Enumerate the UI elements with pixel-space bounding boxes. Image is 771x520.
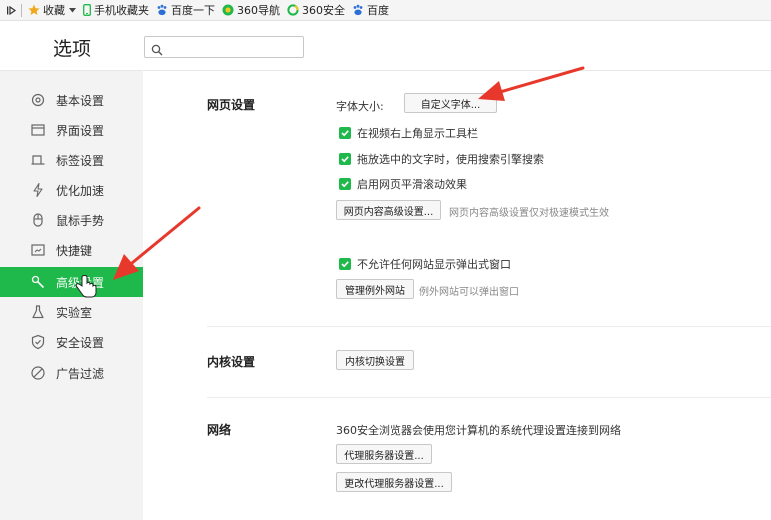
search-box[interactable]	[144, 36, 304, 58]
checkbox-label: 启用网页平滑滚动效果	[357, 178, 467, 191]
section-title-network: 网络	[207, 423, 232, 437]
block-icon	[30, 365, 46, 381]
settings-content: 网页设置 字体大小: 自定义字体... 在视频右上角显示工具栏 拖放选中的文字时…	[143, 71, 771, 520]
network-description: 360安全浏览器会使用您计算机的系统代理设置连接到网络	[336, 424, 621, 437]
bookmark-360-nav[interactable]: 360导航	[222, 2, 280, 18]
phone-icon	[83, 4, 91, 16]
flask-icon	[30, 304, 46, 320]
sidebar-item-advanced-settings[interactable]: 高级设置	[0, 267, 143, 297]
section-divider	[207, 397, 771, 398]
keyboard-icon	[30, 242, 46, 258]
checkbox-checked-icon[interactable]	[339, 127, 351, 139]
sidebar-item-mouse-gestures[interactable]: 鼠标手势	[0, 205, 143, 235]
bookmark-label: 360导航	[237, 4, 280, 17]
search-icon	[151, 41, 163, 60]
checkbox-video-toolbar[interactable]: 在视频右上角显示工具栏	[339, 125, 478, 141]
checkbox-label: 不允许任何网站显示弹出式窗口	[357, 258, 511, 271]
gear-icon	[30, 92, 46, 108]
sidebar-item-label: 鼠标手势	[56, 214, 105, 228]
advanced-content-hint: 网页内容高级设置仅对极速模式生效	[449, 208, 609, 219]
bookmark-baidu[interactable]: 百度	[352, 2, 389, 18]
tab-icon	[30, 152, 46, 168]
checkbox-label: 拖放选中的文字时，使用搜索引擎搜索	[357, 153, 544, 166]
sidebar-item-security-settings[interactable]: 安全设置	[0, 327, 143, 357]
sidebar-item-label: 安全设置	[56, 336, 105, 350]
sidebar-item-label: 高级设置	[56, 276, 105, 290]
kernel-switch-button[interactable]: 内核切换设置	[336, 350, 414, 370]
sidebar-item-ui-settings[interactable]: 界面设置	[0, 115, 143, 145]
font-size-label: 字体大小:	[336, 100, 384, 113]
lightning-icon	[30, 182, 46, 198]
sidebar: 基本设置 界面设置 标签设置 优化加速 鼠标手势 快捷键 高级设置 实验室 安全…	[0, 71, 143, 520]
baidu-paw-icon	[156, 4, 168, 16]
checkbox-smooth-scroll[interactable]: 启用网页平滑滚动效果	[339, 176, 467, 192]
sidebar-item-label: 基本设置	[56, 94, 105, 108]
section-title-webpage: 网页设置	[207, 98, 256, 112]
sidebar-item-basic-settings[interactable]: 基本设置	[0, 85, 143, 115]
bookmark-label: 百度	[367, 4, 389, 17]
bookmark-mobile-favorites[interactable]: 手机收藏夹	[83, 2, 149, 18]
bookmarks-bar: 收藏 手机收藏夹 百度一下 360导航 360安全 百度	[0, 0, 771, 21]
sidebar-item-label: 实验室	[56, 306, 93, 320]
checkbox-checked-icon[interactable]	[339, 153, 351, 165]
sidebar-toggle-icon[interactable]	[6, 5, 17, 16]
bookmarks-separator	[21, 3, 22, 17]
change-proxy-settings-button[interactable]: 更改代理服务器设置...	[336, 472, 452, 492]
sidebar-item-label: 标签设置	[56, 154, 105, 168]
baidu-paw-icon	[352, 4, 364, 16]
bookmark-360-safe[interactable]: 360安全	[287, 2, 345, 18]
bookmark-label: 收藏	[43, 4, 65, 17]
search-input[interactable]	[167, 39, 299, 55]
advanced-content-settings-button[interactable]: 网页内容高级设置...	[336, 200, 441, 220]
sidebar-item-label: 广告过滤	[56, 367, 105, 381]
sidebar-item-shortcuts[interactable]: 快捷键	[0, 235, 143, 265]
checkbox-block-popups[interactable]: 不允许任何网站显示弹出式窗口	[339, 256, 511, 272]
360-safe-icon	[287, 4, 299, 16]
mouse-icon	[30, 212, 46, 228]
bookmark-label: 360安全	[302, 4, 345, 17]
bookmark-label: 手机收藏夹	[94, 4, 149, 17]
section-divider	[207, 326, 771, 327]
checkbox-checked-icon[interactable]	[339, 258, 351, 270]
bookmark-favorites[interactable]: 收藏	[28, 2, 76, 18]
star-icon	[28, 4, 40, 16]
wrench-icon	[30, 274, 46, 290]
sidebar-item-label: 快捷键	[56, 244, 93, 258]
bookmark-label: 百度一下	[171, 4, 215, 17]
checkbox-label: 在视频右上角显示工具栏	[357, 127, 478, 140]
window-icon	[30, 122, 46, 138]
custom-font-button[interactable]: 自定义字体...	[404, 93, 497, 113]
sidebar-item-tab-settings[interactable]: 标签设置	[0, 145, 143, 175]
options-window: 收藏 手机收藏夹 百度一下 360导航 360安全 百度 选项 基本设置 界面设…	[0, 0, 771, 520]
section-title-kernel: 内核设置	[207, 355, 256, 369]
sidebar-item-ad-filter[interactable]: 广告过滤	[0, 358, 143, 388]
page-title: 选项	[53, 38, 92, 60]
checkbox-checked-icon[interactable]	[339, 178, 351, 190]
exceptions-hint: 例外网站可以弹出窗口	[419, 287, 519, 298]
proxy-settings-button[interactable]: 代理服务器设置...	[336, 444, 432, 464]
options-header: 选项	[0, 21, 771, 71]
chevron-down-icon	[69, 7, 76, 13]
sidebar-item-label: 界面设置	[56, 124, 105, 138]
bookmark-baidu-search[interactable]: 百度一下	[156, 2, 215, 18]
manage-exceptions-button[interactable]: 管理例外网站	[336, 279, 414, 299]
sidebar-item-lab[interactable]: 实验室	[0, 297, 143, 327]
sidebar-item-label: 优化加速	[56, 184, 105, 198]
sidebar-item-speed-up[interactable]: 优化加速	[0, 175, 143, 205]
360-nav-icon	[222, 4, 234, 16]
checkbox-drag-search[interactable]: 拖放选中的文字时，使用搜索引擎搜索	[339, 151, 544, 167]
shield-icon	[30, 334, 46, 350]
